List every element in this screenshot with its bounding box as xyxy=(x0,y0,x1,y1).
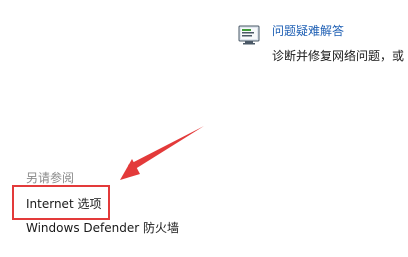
see-also-heading: 另请参阅 xyxy=(26,171,75,185)
troubleshoot-monitor-icon xyxy=(238,24,260,46)
windows-defender-firewall-link[interactable]: Windows Defender 防火墙 xyxy=(26,220,179,236)
highlight-box xyxy=(12,185,110,220)
troubleshoot-description: 诊断并修复网络问题，或 xyxy=(272,49,405,63)
troubleshoot-link[interactable]: 问题疑难解答 xyxy=(272,23,344,39)
